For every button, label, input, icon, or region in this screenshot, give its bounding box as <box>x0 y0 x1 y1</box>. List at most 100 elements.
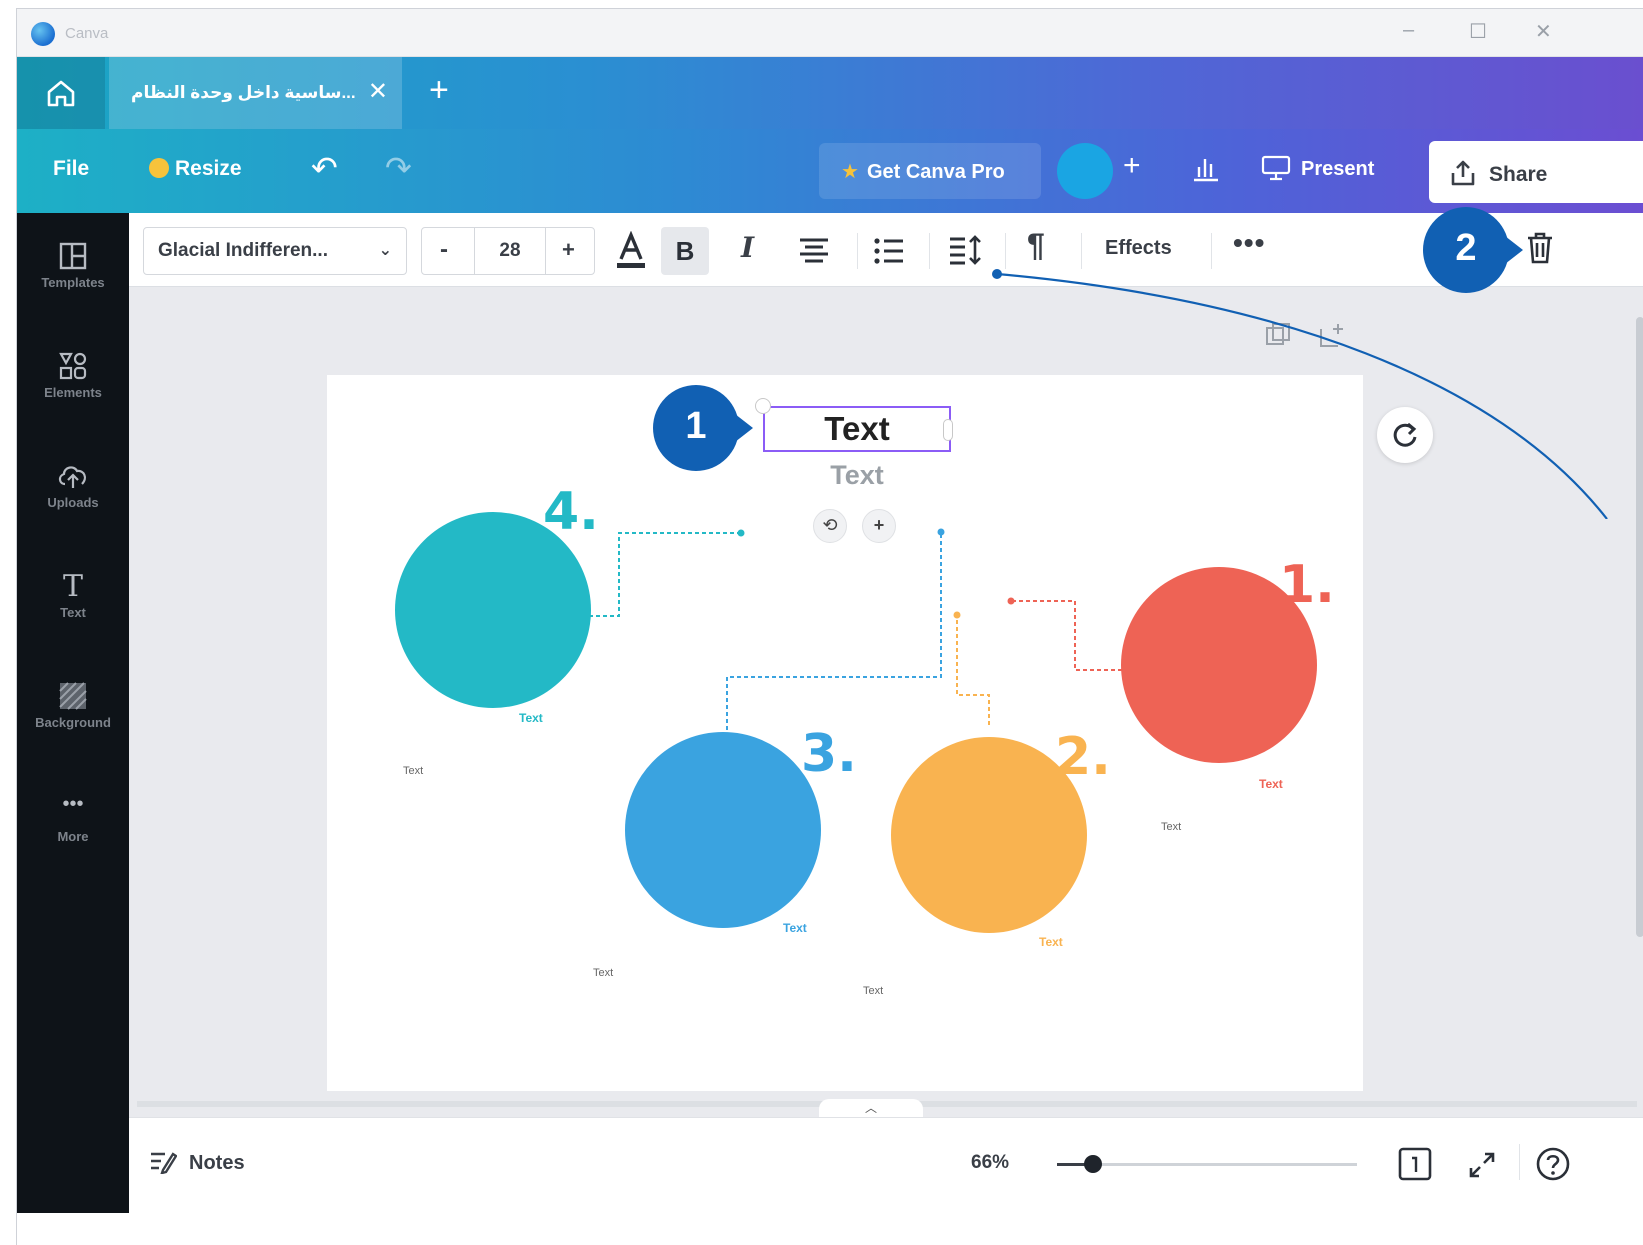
number-label-3: 3. <box>801 724 857 784</box>
notes-button[interactable]: Notes <box>149 1150 245 1175</box>
get-pro-label: Get Canva Pro <box>866 161 1005 183</box>
get-canva-pro-button[interactable]: ★ Get Canva Pro <box>819 143 1041 199</box>
circle-text-3[interactable]: Text <box>783 921 807 935</box>
chevron-down-icon: ⌄ <box>378 242 392 259</box>
collapse-pages-button[interactable]: ︿ <box>819 1099 923 1117</box>
text-color-icon[interactable] <box>613 231 649 271</box>
minimize-button[interactable]: – <box>1403 19 1414 42</box>
font-family-dropdown[interactable]: Glacial Indifferen... ⌄ <box>143 227 407 275</box>
decrease-font-size-button[interactable]: - <box>440 236 448 264</box>
background-icon <box>59 682 87 710</box>
file-menu[interactable]: File <box>53 157 89 181</box>
sidebar-label: Background <box>35 715 111 730</box>
sidebar-label: Templates <box>41 275 105 290</box>
canva-logo-icon <box>31 22 55 46</box>
number-label-2: 2. <box>1055 727 1111 787</box>
selected-text-box[interactable]: Text <box>763 406 951 452</box>
circle-text-1[interactable]: Text <box>1259 777 1283 791</box>
placeholder-text[interactable]: Text <box>593 967 613 979</box>
sidebar-label: Uploads <box>47 495 99 510</box>
design-tab[interactable]: ...ساسية داخل وحدة النظام ✕ <box>109 57 402 129</box>
redo-icon[interactable]: ↷ <box>385 149 412 187</box>
title-bar: Canva – ☐ ✕ <box>17 9 1643 57</box>
sidebar-item-more[interactable]: ••• More <box>17 793 129 844</box>
circle-text-2[interactable]: Text <box>1039 935 1063 949</box>
home-icon <box>47 80 75 107</box>
help-icon[interactable] <box>1535 1146 1571 1182</box>
italic-button[interactable]: I <box>741 231 754 264</box>
present-icon <box>1261 155 1291 181</box>
left-sidebar: Templates Elements Uploads T Text Backgr… <box>17 213 129 1245</box>
templates-icon <box>59 242 87 270</box>
tab-close-icon[interactable]: ✕ <box>368 77 388 106</box>
notes-icon <box>151 1152 178 1175</box>
placeholder-text[interactable]: Text <box>863 985 883 997</box>
window-bottom-edge <box>17 1213 1643 1245</box>
list-icon[interactable] <box>873 237 905 265</box>
share-button[interactable]: Share <box>1429 141 1643 203</box>
new-tab-button[interactable]: + <box>429 71 449 110</box>
zoom-slider-handle[interactable] <box>1084 1155 1102 1173</box>
number-label-4: 4. <box>543 482 599 542</box>
increase-font-size-button[interactable]: + <box>562 237 575 263</box>
share-label: Share <box>1489 163 1548 186</box>
share-icon <box>1451 160 1475 186</box>
zoom-level[interactable]: 66% <box>971 1152 1009 1174</box>
elements-icon <box>59 352 87 380</box>
zoom-slider[interactable] <box>1057 1155 1357 1173</box>
subtitle-text[interactable]: Text <box>763 460 951 491</box>
sidebar-item-uploads[interactable]: Uploads <box>17 459 129 510</box>
more-icon: ••• <box>62 793 84 815</box>
fullscreen-icon[interactable] <box>1467 1150 1497 1180</box>
toolbar-divider <box>857 233 858 269</box>
star-icon: ★ <box>841 161 859 183</box>
menu-bar: File Resize ↶ ↷ ★ Get Canva Pro + Present… <box>17 129 1643 213</box>
bottom-bar: Notes 66% <box>129 1117 1643 1213</box>
rotate-handle[interactable] <box>755 398 771 414</box>
sidebar-item-background[interactable]: Background <box>17 679 129 730</box>
insights-chart-icon[interactable] <box>1191 153 1221 183</box>
resize-handle[interactable] <box>943 419 953 441</box>
more-options-button[interactable]: ••• <box>1233 227 1265 259</box>
tab-bar: ...ساسية داخل وحدة النظام ✕ + <box>17 57 1643 129</box>
align-center-icon[interactable] <box>797 237 831 265</box>
tab-title: ...ساسية داخل وحدة النظام <box>131 83 356 102</box>
home-button[interactable] <box>17 57 105 129</box>
avatar[interactable] <box>1057 143 1113 199</box>
uploads-icon <box>58 466 86 488</box>
present-button[interactable]: Present <box>1261 155 1374 181</box>
close-window-button[interactable]: ✕ <box>1535 19 1552 44</box>
effects-button[interactable]: Effects <box>1105 237 1172 260</box>
sidebar-label: Text <box>60 605 86 620</box>
circle-item-3[interactable] <box>625 732 821 928</box>
sidebar-label: More <box>57 829 89 844</box>
text-icon: T <box>62 569 83 604</box>
sidebar-item-elements[interactable]: Elements <box>17 349 129 400</box>
number-label-1: 1. <box>1279 555 1335 615</box>
notes-label: Notes <box>189 1152 245 1174</box>
sidebar-item-text[interactable]: T Text <box>17 569 129 620</box>
toolbar-divider <box>929 233 930 269</box>
placeholder-text[interactable]: Text <box>1161 821 1181 833</box>
bold-button[interactable]: B <box>661 227 709 275</box>
add-collaborator-button[interactable]: + <box>1123 149 1141 183</box>
present-label: Present <box>1301 158 1375 180</box>
font-name: Glacial Indifferen... <box>158 240 328 261</box>
callout-badge-1: 1 <box>653 385 753 471</box>
resize-button[interactable]: Resize <box>149 157 242 181</box>
page-view-icon[interactable] <box>1397 1146 1433 1182</box>
callout-curve-line <box>992 269 1608 519</box>
sidebar-label: Elements <box>44 385 102 400</box>
footer-divider <box>1519 1144 1520 1180</box>
add-element-icon[interactable]: + <box>862 509 896 543</box>
maximize-button[interactable]: ☐ <box>1469 19 1487 44</box>
undo-icon[interactable]: ↶ <box>311 149 338 187</box>
circle-text-4[interactable]: Text <box>519 711 543 725</box>
sidebar-item-templates[interactable]: Templates <box>17 239 129 290</box>
crown-icon <box>149 158 169 178</box>
font-size-input[interactable]: 28 <box>474 228 546 274</box>
rotate-element-icon[interactable]: ⟲ <box>813 509 847 543</box>
resize-label: Resize <box>175 157 242 180</box>
font-size-stepper: - 28 + <box>421 227 595 275</box>
placeholder-text[interactable]: Text <box>403 765 423 777</box>
